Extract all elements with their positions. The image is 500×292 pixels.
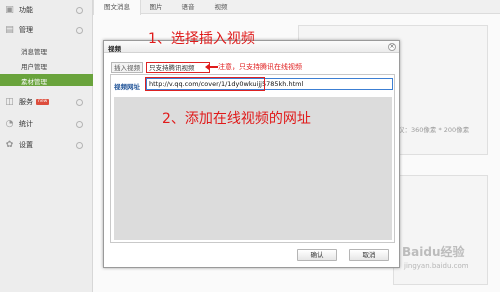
watermark-url: jingyan.baidu.com (404, 262, 469, 270)
url-highlight-box (145, 77, 265, 91)
cancel-button[interactable]: 取消 (349, 249, 389, 261)
tab-insert-video[interactable]: 插入视频 (111, 62, 143, 73)
video-dialog: 视频 × 插入视频 只支持腾讯视频 视频网址 确认 取消 (103, 40, 400, 268)
close-icon[interactable]: × (388, 43, 396, 51)
video-form: 视频网址 (110, 74, 395, 243)
watermark-logo: Baidu经验 (402, 245, 465, 259)
arrow-icon (205, 64, 218, 69)
annotation-note: 注意，只支持腾讯在线视频 (218, 63, 302, 71)
annotation-step2: 2、添加在线视频的网址 (162, 111, 311, 127)
tab-tencent-only[interactable]: 只支持腾讯视频 (146, 62, 210, 73)
dialog-title: 视频 (108, 45, 121, 53)
annotation-step1: 1、选择插入视频 (148, 31, 255, 47)
url-label: 视频网址 (114, 83, 140, 91)
confirm-button[interactable]: 确认 (297, 249, 337, 261)
